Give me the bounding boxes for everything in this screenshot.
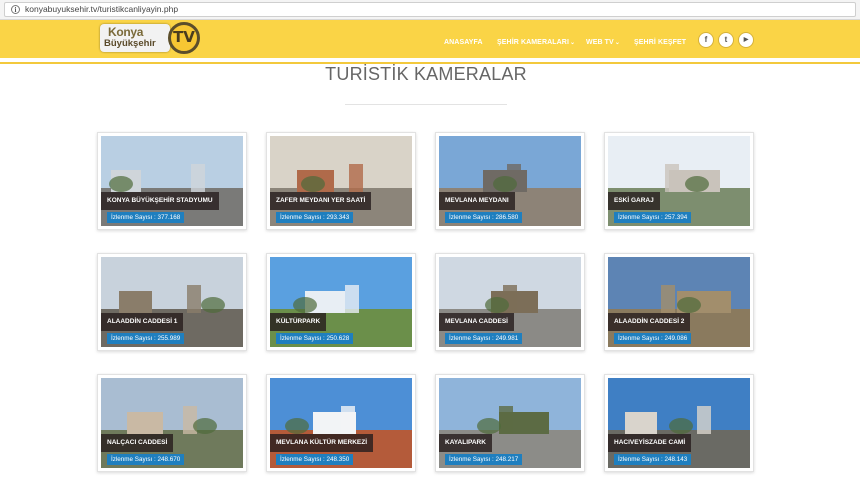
view-count-badge: İzlenme Sayısı : 250.628 xyxy=(276,333,354,344)
camera-title[interactable]: ALAADDİN CADDESİ 1 xyxy=(101,313,184,331)
logo-line-2: Büyükşehir xyxy=(104,38,156,49)
camera-title[interactable]: MEVLANA CADDESİ xyxy=(439,313,514,331)
camera-card[interactable]: MEVLANA MEYDANI İzlenme Sayısı : 286.580 xyxy=(435,132,585,230)
camera-card[interactable]: NALÇACI CADDESİ İzlenme Sayısı : 248.670 xyxy=(97,374,247,472)
camera-card[interactable]: KAYALIPARK İzlenme Sayısı : 248.217 xyxy=(435,374,585,472)
camera-title[interactable]: ESKİ GARAJ xyxy=(608,192,660,210)
camera-title[interactable]: HACIVEYİSZADE CAMİ xyxy=(608,434,692,452)
view-count-badge: İzlenme Sayısı : 257.394 xyxy=(614,212,692,223)
camera-title[interactable]: MEVLANA KÜLTÜR MERKEZİ xyxy=(270,434,373,452)
camera-card[interactable]: ALAADDİN CADDESİ 1 İzlenme Sayısı : 255.9… xyxy=(97,253,247,351)
youtube-icon[interactable]: ▶ xyxy=(738,32,754,48)
view-count-badge: İzlenme Sayısı : 286.580 xyxy=(445,212,523,223)
camera-card[interactable]: ALAADDİN CADDESİ 2 İzlenme Sayısı : 249.0… xyxy=(604,253,754,351)
camera-thumbnail[interactable]: ZAFER MEYDANI YER SAATİ İzlenme Sayısı : … xyxy=(270,136,412,226)
camera-card[interactable]: MEVLANA KÜLTÜR MERKEZİ İzlenme Sayısı : 2… xyxy=(266,374,416,472)
camera-title[interactable]: MEVLANA MEYDANI xyxy=(439,192,515,210)
chevron-down-icon: ⌄ xyxy=(570,40,576,46)
view-count-badge: İzlenme Sayısı : 249.981 xyxy=(445,333,523,344)
camera-thumbnail[interactable]: ESKİ GARAJ İzlenme Sayısı : 257.394 xyxy=(608,136,750,226)
camera-title[interactable]: KAYALIPARK xyxy=(439,434,492,452)
camera-title[interactable]: NALÇACI CADDESİ xyxy=(101,434,174,452)
logo-tv-badge: TV xyxy=(168,22,200,54)
facebook-icon[interactable]: f xyxy=(698,32,714,48)
view-count-badge: İzlenme Sayısı : 377.168 xyxy=(107,212,185,223)
view-count-badge: İzlenme Sayısı : 293.343 xyxy=(276,212,354,223)
address-field[interactable]: i konyabuyuksehir.tv/turistikcanliyayin.… xyxy=(4,2,856,17)
nav-item-anasayfa[interactable]: ANASAYFA xyxy=(444,39,483,46)
camera-card[interactable]: KÜLTÜRPARK İzlenme Sayısı : 250.628 xyxy=(266,253,416,351)
chevron-down-icon: ⌄ xyxy=(614,40,620,46)
nav-item-sehri-kesfet[interactable]: ŞEHRİ KEŞFET xyxy=(634,39,686,46)
camera-title[interactable]: ALAADDİN CADDESİ 2 xyxy=(608,313,691,331)
view-count-badge: İzlenme Sayısı : 255.989 xyxy=(107,333,185,344)
camera-thumbnail[interactable]: MEVLANA CADDESİ İzlenme Sayısı : 249.981 xyxy=(439,257,581,347)
camera-thumbnail[interactable]: MEVLANA KÜLTÜR MERKEZİ İzlenme Sayısı : 2… xyxy=(270,378,412,468)
camera-card[interactable]: HACIVEYİSZADE CAMİ İzlenme Sayısı : 248.1… xyxy=(604,374,754,472)
camera-card[interactable]: MEVLANA CADDESİ İzlenme Sayısı : 249.981 xyxy=(435,253,585,351)
url-text[interactable]: konyabuyuksehir.tv/turistikcanliyayin.ph… xyxy=(25,4,178,14)
title-divider xyxy=(345,104,507,105)
browser-url-bar: i konyabuyuksehir.tv/turistikcanliyayin.… xyxy=(0,0,860,20)
view-count-badge: İzlenme Sayısı : 248.217 xyxy=(445,454,523,465)
view-count-badge: İzlenme Sayısı : 248.143 xyxy=(614,454,692,465)
site-info-icon[interactable]: i xyxy=(11,5,20,14)
camera-title[interactable]: KONYA BÜYÜKŞEHİR STADYUMU xyxy=(101,192,219,210)
nav-label: ŞEHRİ KEŞFET xyxy=(634,39,687,46)
camera-thumbnail[interactable]: KAYALIPARK İzlenme Sayısı : 248.217 xyxy=(439,378,581,468)
camera-card[interactable]: KONYA BÜYÜKŞEHİR STADYUMU İzlenme Sayısı … xyxy=(97,132,247,230)
nav-label: WEB TV xyxy=(586,39,614,46)
camera-title[interactable]: ZAFER MEYDANI YER SAATİ xyxy=(270,192,372,210)
logo-line-1: Konya xyxy=(108,25,144,39)
view-count-badge: İzlenme Sayısı : 248.670 xyxy=(107,454,185,465)
camera-thumbnail[interactable]: NALÇACI CADDESİ İzlenme Sayısı : 248.670 xyxy=(101,378,243,468)
view-count-badge: İzlenme Sayısı : 249.086 xyxy=(614,333,692,344)
camera-thumbnail[interactable]: ALAADDİN CADDESİ 2 İzlenme Sayısı : 249.0… xyxy=(608,257,750,347)
camera-card[interactable]: ESKİ GARAJ İzlenme Sayısı : 257.394 xyxy=(604,132,754,230)
nav-label: ANASAYFA xyxy=(444,39,483,46)
twitter-icon[interactable]: t xyxy=(718,32,734,48)
camera-thumbnail[interactable]: KONYA BÜYÜKŞEHİR STADYUMU İzlenme Sayısı … xyxy=(101,136,243,226)
page-title: TURİSTİK KAMERALAR xyxy=(325,64,527,84)
nav-item-sehir-kameralari[interactable]: ŞEHİR KAMERALARI⌄ xyxy=(497,39,575,46)
camera-title[interactable]: KÜLTÜRPARK xyxy=(270,313,327,331)
nav-label: ŞEHİR KAMERALARI xyxy=(497,39,569,46)
camera-thumbnail[interactable]: MEVLANA MEYDANI İzlenme Sayısı : 286.580 xyxy=(439,136,581,226)
logo-wordmark: Konya Büyükşehir xyxy=(100,24,170,52)
camera-thumbnail[interactable]: HACIVEYİSZADE CAMİ İzlenme Sayısı : 248.1… xyxy=(608,378,750,468)
nav-item-web-tv[interactable]: WEB TV⌄ xyxy=(586,39,620,46)
camera-thumbnail[interactable]: ALAADDİN CADDESİ 1 İzlenme Sayısı : 255.9… xyxy=(101,257,243,347)
camera-card[interactable]: ZAFER MEYDANI YER SAATİ İzlenme Sayısı : … xyxy=(266,132,416,230)
camera-thumbnail[interactable]: KÜLTÜRPARK İzlenme Sayısı : 250.628 xyxy=(270,257,412,347)
view-count-badge: İzlenme Sayısı : 248.350 xyxy=(276,454,354,465)
site-logo[interactable]: Konya Büyükşehir TV xyxy=(100,22,202,54)
